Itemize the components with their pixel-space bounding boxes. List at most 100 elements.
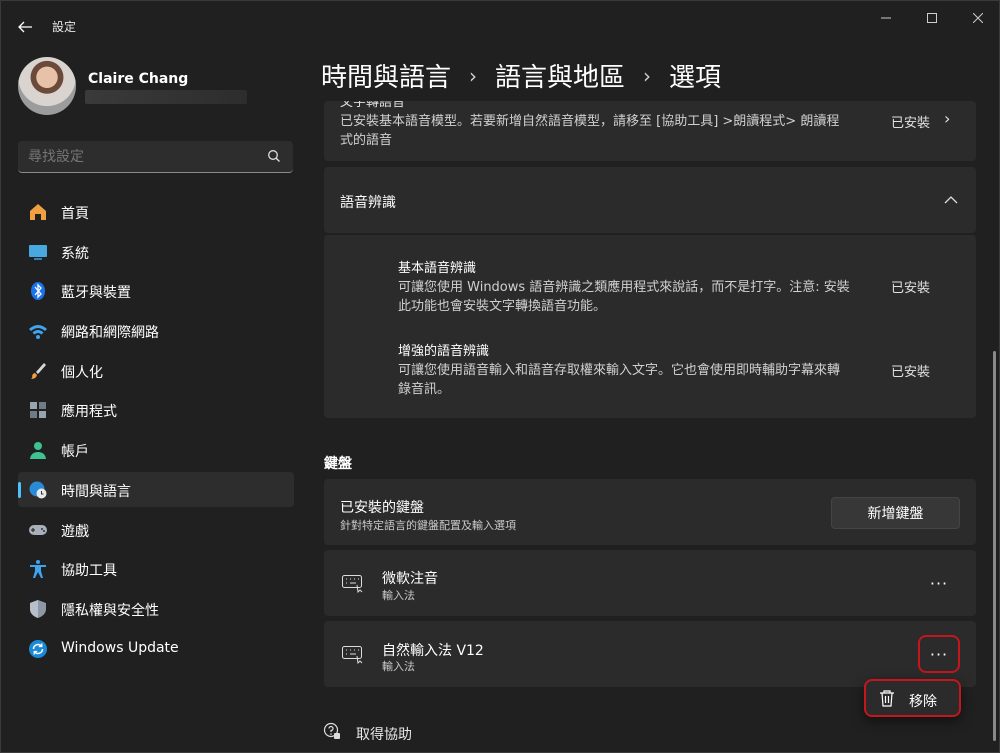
keyboard-icon <box>342 646 363 664</box>
keyboard-item: 自然輸入法 V12 輸入法 <box>324 621 976 687</box>
bluetooth-icon <box>31 282 45 301</box>
more-options-button[interactable]: ··· <box>920 566 958 600</box>
title-bar: 設定 <box>1 1 1000 49</box>
profile-email-redacted <box>85 90 247 104</box>
chevron-right-icon: › <box>944 109 951 128</box>
more-options-button-active[interactable]: ··· <box>918 635 960 673</box>
sidebar-item-label: 個人化 <box>61 364 103 381</box>
enhanced-speech-desc-line1: 可讓您使用語音輸入和語音存取權來輸入文字。它也會使用即時輔助字幕來轉 <box>398 363 841 378</box>
update-icon <box>29 639 47 658</box>
keyboard-item: 微軟注音 輸入法 ··· <box>324 550 976 616</box>
sidebar-item-label: 帳戶 <box>61 444 89 461</box>
sidebar-nav: 首頁 系統 藍牙與裝置 網路和網際網路 個人化 應用程式 帳戶 時間與語言 遊戲… <box>18 194 294 670</box>
search-box[interactable] <box>18 141 293 173</box>
installed-keyboards-desc: 針對特定語言的鍵盤配置及輸入選項 <box>340 519 516 532</box>
enhanced-speech-title: 增強的語音辨識 <box>398 344 490 359</box>
keyboard-section-title: 鍵盤 <box>324 456 352 472</box>
sidebar-item-label: 時間與語言 <box>61 483 131 500</box>
apps-icon <box>30 402 46 419</box>
sidebar-item-system[interactable]: 系統 <box>18 234 294 269</box>
keyboard-name: 自然輸入法 V12 <box>382 643 484 659</box>
keyboard-icon <box>342 575 363 593</box>
brush-icon <box>31 362 46 379</box>
sidebar-item-bluetooth[interactable]: 藍牙與裝置 <box>18 273 294 308</box>
tts-title: 文字轉語音 <box>340 101 406 110</box>
settings-window: 設定 Claire Chang 首頁 系統 藍牙與裝置 <box>0 0 1000 753</box>
user-profile[interactable]: Claire Chang <box>18 57 298 117</box>
speech-recognition-title: 語音辨識 <box>340 195 396 211</box>
sidebar-item-label: 應用程式 <box>61 404 117 421</box>
maximize-button[interactable] <box>909 7 955 29</box>
chevron-right-icon: › <box>469 63 478 88</box>
system-icon <box>29 244 47 260</box>
basic-speech-recognition: 基本語音辨識 可讓您使用 Windows 語音辨識之類應用程式來說話，而不是打字… <box>398 259 850 316</box>
sidebar-item-label: 協助工具 <box>61 563 117 580</box>
sidebar-item-gaming[interactable]: 遊戲 <box>18 512 294 547</box>
basic-speech-desc-line1: 可讓您使用 Windows 語音辨識之類應用程式來說話，而不是打字。注意: 安裝 <box>398 280 850 295</box>
sidebar-item-windows-update[interactable]: Windows Update <box>18 631 294 666</box>
basic-speech-desc-line2: 此功能也會安裝文字轉換語音功能。 <box>398 299 607 314</box>
sidebar-item-apps[interactable]: 應用程式 <box>18 392 294 427</box>
speech-recognition-header[interactable]: 語音辨識 <box>324 167 976 233</box>
chevron-right-icon: › <box>643 63 652 88</box>
sidebar-item-home[interactable]: 首頁 <box>18 194 294 229</box>
sidebar-item-accessibility[interactable]: 協助工具 <box>18 551 294 586</box>
sidebar-item-personalization[interactable]: 個人化 <box>18 353 294 388</box>
keyboard-type: 輸入法 <box>382 660 415 673</box>
close-button[interactable] <box>955 7 1000 29</box>
back-arrow-icon <box>18 21 32 33</box>
tts-desc-line1: 已安裝基本語音模型。若要新增自然語音模型，請移至 [協助工具] >朗讀程式> 朗… <box>340 114 840 129</box>
app-title: 設定 <box>52 20 77 34</box>
scrollbar[interactable] <box>993 351 996 741</box>
back-button[interactable] <box>11 13 39 41</box>
sidebar-item-time-language[interactable]: 時間與語言 <box>18 471 294 507</box>
breadcrumb-language-region[interactable]: 語言與地區 <box>495 57 625 94</box>
home-icon <box>30 204 46 220</box>
enhanced-speech-recognition: 增強的語音辨識 可讓您使用語音輸入和語音存取權來輸入文字。它也會使用即時輔助字幕… <box>398 342 840 399</box>
page-title: 選項 <box>669 63 722 93</box>
speech-recognition-body: 基本語音辨識 可讓您使用 Windows 語音辨識之類應用程式來說話，而不是打字… <box>324 235 976 418</box>
maximize-icon <box>927 13 937 23</box>
sidebar-item-accounts[interactable]: 帳戶 <box>18 432 294 467</box>
keyboard-type: 輸入法 <box>382 589 415 602</box>
tts-description: 已安裝基本語音模型。若要新增自然語音模型，請移至 [協助工具] >朗讀程式> 朗… <box>340 112 839 150</box>
tts-card[interactable]: 文字轉語音 已安裝基本語音模型。若要新增自然語音模型，請移至 [協助工具] >朗… <box>324 101 976 161</box>
profile-name: Claire Chang <box>88 71 189 87</box>
add-keyboard-button[interactable]: 新增鍵盤 <box>831 497 960 529</box>
basic-speech-title: 基本語音辨識 <box>398 261 477 276</box>
sidebar-item-network[interactable]: 網路和網際網路 <box>18 313 294 348</box>
search-input[interactable] <box>28 149 248 165</box>
breadcrumb: 時間與語言 › 語言與地區 › 選項 <box>321 57 721 94</box>
sidebar-item-label: 系統 <box>61 245 89 262</box>
remove-label: 移除 <box>909 694 937 710</box>
sidebar-item-privacy[interactable]: 隱私權與安全性 <box>18 591 294 626</box>
keyboard-name: 微軟注音 <box>382 571 438 587</box>
account-icon <box>30 442 46 460</box>
status-badge: 已安裝 <box>891 116 931 131</box>
sidebar-item-label: 網路和網際網路 <box>61 325 159 342</box>
status-badge: 已安裝 <box>891 365 931 380</box>
sidebar-item-label: 首頁 <box>61 206 89 222</box>
status-badge: 已安裝 <box>891 281 931 296</box>
search-icon <box>268 150 280 162</box>
sidebar-item-label: 隱私權與安全性 <box>61 602 159 619</box>
tts-desc-line2: 式的語音 <box>340 133 393 148</box>
wifi-icon <box>29 325 47 340</box>
accessibility-icon <box>30 560 46 579</box>
minimize-icon <box>881 17 891 19</box>
breadcrumb-time-language[interactable]: 時間與語言 <box>321 57 451 94</box>
gamepad-icon <box>29 524 47 535</box>
shield-icon <box>30 599 46 618</box>
sidebar-item-label: 遊戲 <box>61 523 89 540</box>
get-help-link[interactable]: 取得協助 <box>356 724 412 744</box>
avatar <box>18 57 76 115</box>
sidebar-item-label: 藍牙與裝置 <box>61 285 131 302</box>
sidebar-item-label: Windows Update <box>61 639 179 656</box>
context-menu-remove[interactable]: 移除 <box>864 679 961 717</box>
chevron-up-icon <box>944 196 958 204</box>
minimize-button[interactable] <box>863 7 909 29</box>
trash-icon <box>880 690 894 707</box>
installed-keyboards-title: 已安裝的鍵盤 <box>340 500 424 516</box>
enhanced-speech-desc-line2: 錄音訊。 <box>398 382 451 397</box>
time-language-icon <box>29 481 47 499</box>
